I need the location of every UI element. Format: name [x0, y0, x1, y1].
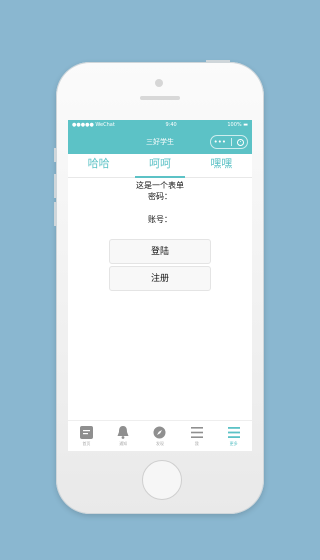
battery-text: 100% — [227, 122, 242, 128]
tabbar-item-discover[interactable]: 发现 — [142, 421, 179, 451]
menu-icon — [227, 425, 240, 439]
tabbar-item-notify[interactable]: 通知 — [105, 421, 142, 451]
tabbar-label-more: 更多 — [229, 441, 238, 446]
form-content: 这是一个表单 密码： 账号： 登陆 注册 — [68, 180, 252, 291]
tabbar-item-home[interactable]: 首页 — [68, 421, 105, 451]
navigation-bar: 三好学生 ••• — [68, 130, 252, 154]
tabbar-label-notify: 通知 — [119, 441, 128, 446]
account-label: 账号： — [148, 215, 172, 224]
tabbar-label-me: 我 — [194, 441, 199, 446]
list-icon — [190, 425, 203, 439]
login-button[interactable]: 登陆 — [109, 239, 211, 264]
phone-screen: ●●●●● WeChat 9:40 100% ▬ 三好学生 ••• 哈哈 呵呵 … — [68, 120, 252, 451]
bottom-tab-bar: 首页 通知 发现 我 更多 — [68, 420, 252, 451]
document-icon — [79, 425, 93, 439]
bell-icon — [117, 425, 129, 439]
password-label: 密码： — [148, 192, 172, 201]
phone-frame: ●●●●● WeChat 9:40 100% ▬ 三好学生 ••• 哈哈 呵呵 … — [54, 60, 264, 514]
mute-switch — [54, 148, 57, 162]
volume-down-button — [54, 202, 57, 226]
tabbar-item-more[interactable]: 更多 — [215, 421, 252, 451]
front-camera — [155, 79, 163, 87]
tab-heihei[interactable]: 嘿嘿 — [191, 154, 252, 177]
compass-icon — [153, 425, 166, 439]
volume-up-button — [54, 174, 57, 198]
status-bar: ●●●●● WeChat 9:40 100% ▬ — [68, 120, 252, 130]
register-button[interactable]: 注册 — [109, 266, 211, 291]
close-ring-icon[interactable] — [237, 138, 245, 146]
tab-haha[interactable]: 哈哈 — [68, 154, 129, 177]
tabbar-label-home: 首页 — [82, 441, 91, 446]
status-time: 9:40 — [165, 122, 177, 128]
miniprogram-capsule[interactable]: ••• — [210, 135, 248, 149]
more-menu-button[interactable]: ••• — [214, 138, 226, 146]
earpiece-speaker — [140, 96, 180, 100]
battery-indicator: 100% ▬ — [227, 122, 248, 128]
tabbar-label-discover: 发现 — [155, 441, 164, 446]
form-title: 这是一个表单 — [136, 181, 184, 190]
power-button — [206, 60, 230, 63]
capsule-divider — [231, 138, 233, 146]
tab-hehe[interactable]: 呵呵 — [129, 154, 190, 178]
home-button[interactable] — [142, 460, 182, 500]
carrier-text: ●●●●● WeChat — [72, 122, 115, 128]
tabbar-item-me[interactable]: 我 — [178, 421, 215, 451]
top-tabs: 哈哈 呵呵 嘿嘿 — [68, 154, 252, 178]
page-title: 三好学生 — [146, 138, 174, 146]
